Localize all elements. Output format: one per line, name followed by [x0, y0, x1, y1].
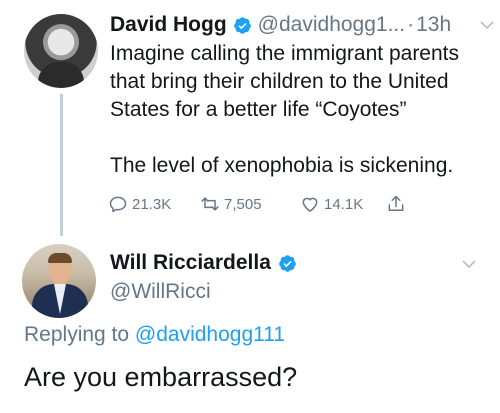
- retweet-icon: [201, 197, 219, 211]
- thread-connector-line: [60, 94, 63, 236]
- tweet-header: David Hogg @davidhogg1... · 13h: [110, 10, 494, 40]
- tweet-text: Imagine calling the immigrant parents th…: [110, 42, 460, 177]
- reply-author-name[interactable]: Will Ricciardella: [110, 251, 271, 275]
- reply-author-name-row: Will Ricciardella: [110, 251, 297, 275]
- timestamp[interactable]: 13h: [416, 13, 451, 37]
- retweet-count: 7,505: [224, 195, 262, 213]
- chevron-down-icon[interactable]: [460, 255, 478, 273]
- share-button[interactable]: [386, 194, 410, 214]
- replying-to-mention-link[interactable]: @davidhogg111: [135, 323, 285, 346]
- author-handle[interactable]: @davidhogg1...: [258, 13, 405, 37]
- replying-to-label: Replying to: [24, 323, 130, 346]
- avatar[interactable]: [24, 14, 98, 88]
- reply-count: 21.3K: [132, 195, 172, 213]
- like-icon: [302, 197, 318, 212]
- reply-button[interactable]: 21.3K: [108, 194, 200, 214]
- reply-text: Are you embarrassed?: [24, 362, 298, 392]
- separator-dot: ·: [407, 13, 415, 36]
- reply-author-handle[interactable]: @WillRicci: [110, 280, 211, 304]
- author-name[interactable]: David Hogg: [110, 13, 227, 37]
- share-icon: [388, 195, 404, 211]
- tweet-original[interactable]: David Hogg @davidhogg1... · 13h Imagine …: [0, 0, 500, 236]
- like-count: 14.1K: [324, 195, 364, 213]
- reply-icon: [109, 196, 127, 213]
- verified-badge-icon: [279, 254, 296, 272]
- replying-to: Replying to @davidhogg111: [24, 323, 285, 347]
- chevron-down-icon[interactable]: [478, 16, 496, 34]
- tweet-actions: 21.3K 7,505 14.1K: [108, 191, 448, 217]
- avatar[interactable]: [22, 244, 96, 318]
- verified-badge-icon: [233, 16, 251, 34]
- like-button[interactable]: 14.1K: [300, 194, 386, 214]
- retweet-button[interactable]: 7,505: [200, 194, 300, 214]
